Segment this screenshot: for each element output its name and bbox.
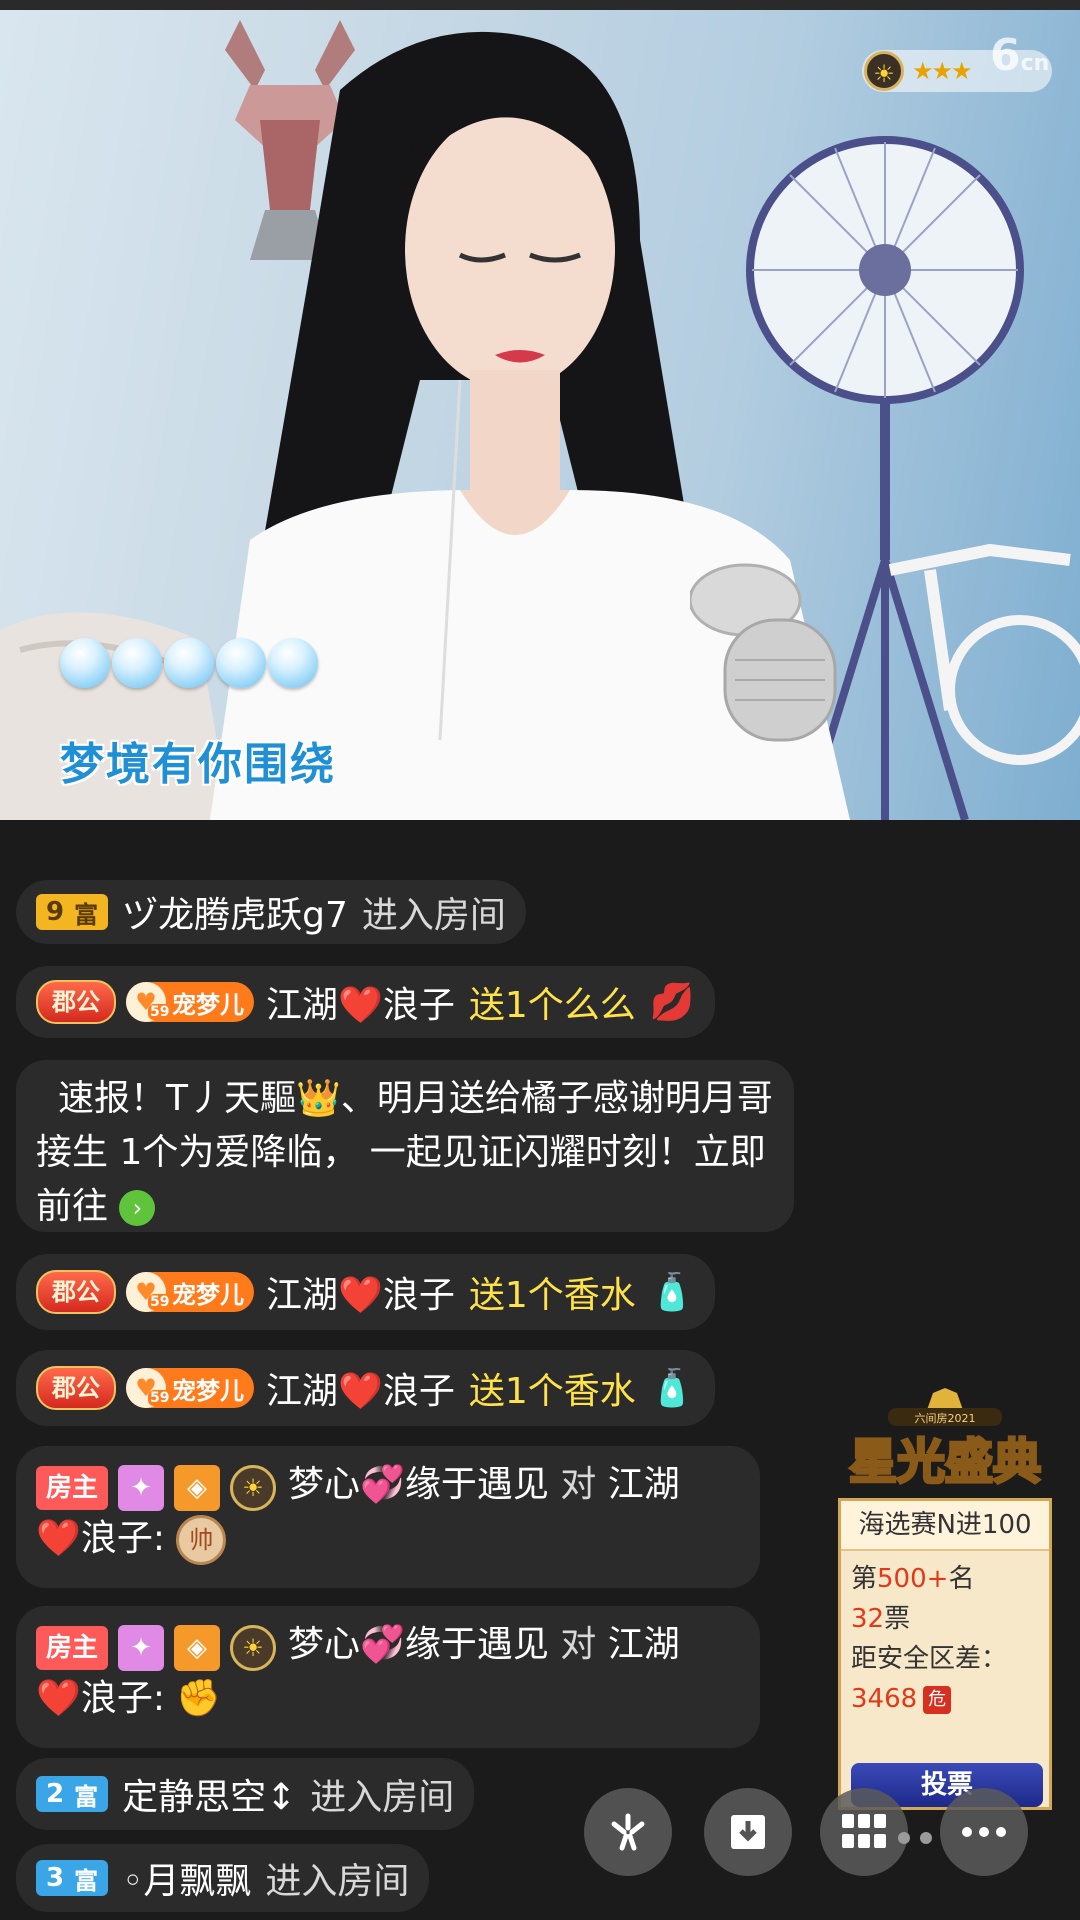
rank-line: 第500+名	[851, 1564, 975, 1594]
heart-icon: ♥ 59	[126, 1272, 172, 1312]
rich-level-badge: 2富	[36, 1776, 109, 1812]
action-text: 进入房间	[265, 1861, 410, 1902]
chat-message[interactable]: 房主 ✦ ◈ ☀ 梦心💞缘于遇见 对 江湖 ❤️浪子: 帅	[16, 1446, 760, 1588]
fan-badge: ♥ 59 宠梦儿	[126, 1272, 254, 1312]
user-name[interactable]: 梦心💞缘于遇见	[288, 1464, 549, 1505]
chat-message[interactable]: 郡公 ♥ 59 宠梦儿 江湖❤️浪子 送1个香水 🧴	[16, 1350, 715, 1426]
sun-medal-icon: ☀	[230, 1625, 277, 1671]
event-title-banner: 六间房2021 星光盛典	[847, 1388, 1043, 1492]
to-label: 对	[560, 1464, 597, 1505]
user-name[interactable]: ◦月飘飘	[122, 1852, 251, 1904]
title-badge: 郡公	[36, 1366, 116, 1410]
sparkle-icon	[611, 1813, 645, 1851]
download-icon	[731, 1815, 765, 1849]
event-details: 海选赛N进100 第500+名 32票 距安全区差： 3468 危 投票	[838, 1498, 1052, 1810]
gap-line: 3468 危	[841, 1679, 1049, 1719]
chat-message[interactable]: 房主 ✦ ◈ ☀ 梦心💞缘于遇见 对 江湖 ❤️浪子: ✊	[16, 1606, 760, 1748]
more-options-button[interactable]	[940, 1788, 1028, 1876]
ellipsis-icon	[962, 1827, 1006, 1837]
go-arrow-icon[interactable]: ›	[119, 1190, 156, 1226]
chat-message[interactable]: 9富 ヅ龙腾虎跃g7 进入房间	[16, 880, 526, 944]
user-name[interactable]: 江湖❤️浪子	[266, 976, 455, 1028]
user-name[interactable]: 定静思空↕	[122, 1768, 296, 1820]
sparkle-button[interactable]	[584, 1788, 672, 1876]
svg-text:六间房2021: 六间房2021	[915, 1412, 976, 1425]
perfume-icon: 🧴	[649, 1272, 695, 1313]
guard-icon: ✦	[118, 1465, 165, 1511]
rich-level-badge: 9富	[36, 894, 109, 930]
user-name[interactable]: 江湖❤️浪子	[266, 1266, 455, 1318]
kiss-lips-icon: 💋	[649, 982, 695, 1023]
chess-piece-icon: 帅	[176, 1515, 227, 1565]
status-bar	[0, 0, 1080, 10]
rich-level-badge: 3富	[36, 1860, 109, 1896]
shield-icon: ◈	[174, 1465, 221, 1511]
gift-text: 送1个么么	[468, 985, 636, 1026]
live-video[interactable]: ☀ ★★★ 6cn 梦境有你围绕	[0, 10, 1080, 820]
watermark-logo: 6cn	[990, 30, 1050, 81]
chat-message[interactable]: 郡公 ♥ 59 宠梦儿 江湖❤️浪子 送1个么么 💋	[16, 966, 715, 1038]
gift-text: 送1个香水	[468, 1275, 636, 1316]
chat-message[interactable]: 2富 定静思空↕ 进入房间	[16, 1758, 475, 1830]
target-name-cont: ❤️浪子:	[36, 1678, 165, 1719]
more-apps-button[interactable]	[820, 1788, 908, 1876]
sun-medal-icon: ☀	[864, 51, 904, 91]
star-rating: ★★★	[912, 57, 973, 85]
lyric-progress-dots	[60, 638, 318, 688]
action-text: 进入房间	[361, 895, 506, 936]
fan-badge: ♥ 59 宠梦儿	[126, 1368, 254, 1408]
chat-message[interactable]: 郡公 ♥ 59 宠梦儿 江湖❤️浪子 送1个香水 🧴	[16, 1254, 715, 1330]
sun-medal-icon: ☀	[230, 1465, 277, 1511]
target-name-cont: ❤️浪子:	[36, 1518, 165, 1559]
user-name[interactable]: 梦心💞缘于遇见	[288, 1624, 549, 1665]
title-badge: 郡公	[36, 980, 116, 1024]
shield-icon: ◈	[174, 1625, 221, 1671]
broadcast-notice[interactable]: 速报！T丿天驅👑、明月送给橘子感谢明月哥接生 1个为爱降临， 一起见证闪耀时刻！…	[16, 1060, 794, 1232]
votes-line: 32票	[851, 1604, 911, 1634]
chat-message[interactable]: 3富 ◦月飘飘 进入房间	[16, 1844, 430, 1912]
bicycle-decor	[888, 543, 1080, 765]
svg-text:星光盛典: 星光盛典	[849, 1434, 1041, 1490]
gift-text: 送1个香水	[468, 1371, 636, 1412]
lyric-text: 梦境有你围绕	[60, 739, 336, 790]
fist-emoji-icon: ✊	[176, 1678, 222, 1719]
gap-label: 距安全区差：	[851, 1644, 1008, 1674]
target-name[interactable]: 江湖	[608, 1464, 680, 1505]
title-badge: 郡公	[36, 1270, 116, 1314]
microphone	[690, 563, 837, 742]
grid-icon	[842, 1814, 886, 1848]
heart-icon: ♥ 59	[126, 982, 172, 1022]
host-badge: 房主	[36, 1466, 109, 1510]
guard-icon: ✦	[118, 1625, 165, 1671]
event-stage: 海选赛N进100	[841, 1501, 1049, 1551]
to-label: 对	[560, 1624, 597, 1665]
perfume-icon: 🧴	[649, 1368, 695, 1409]
danger-icon: 危	[923, 1685, 952, 1714]
fan-badge: ♥ 59 宠梦儿	[126, 982, 254, 1022]
user-name[interactable]: 江湖❤️浪子	[266, 1362, 455, 1414]
target-name[interactable]: 江湖	[608, 1624, 680, 1665]
star-gala-event-card[interactable]: 六间房2021 星光盛典 海选赛N进100 第500+名 32票 距安全区差： …	[838, 1388, 1052, 1818]
action-text: 进入房间	[310, 1777, 455, 1818]
page-indicator	[898, 1832, 932, 1844]
user-name[interactable]: ヅ龙腾虎跃g7	[122, 886, 348, 938]
download-button[interactable]	[704, 1788, 792, 1876]
host-badge: 房主	[36, 1626, 109, 1670]
heart-icon: ♥ 59	[126, 1368, 172, 1408]
